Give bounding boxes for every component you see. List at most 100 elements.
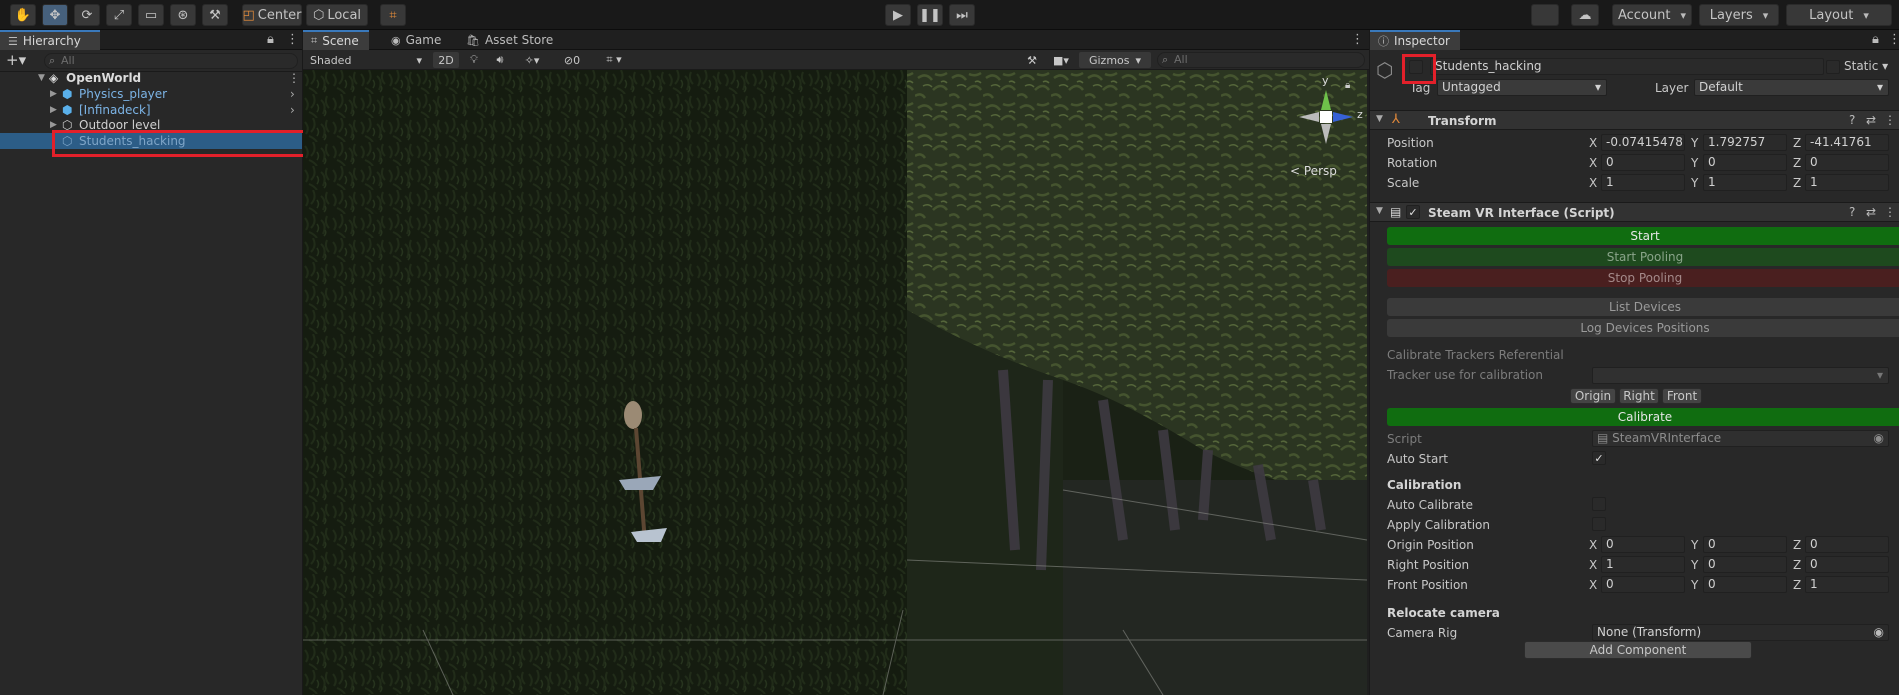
tab-game[interactable]: ◉ Game [383, 30, 449, 50]
expand-arrow-icon[interactable]: ▼ [38, 73, 45, 83]
scene-orientation-gizmo[interactable]: y z [1291, 74, 1363, 152]
account-dropdown[interactable]: Account [1612, 4, 1692, 26]
hierarchy-item-outdoor-level[interactable]: ▶ ⬡ Outdoor level [0, 117, 302, 133]
tag-dropdown[interactable]: Untagged ▾ [1437, 79, 1607, 96]
auto-calibrate-checkbox[interactable] [1592, 497, 1606, 511]
right-x-field[interactable]: 1 [1601, 556, 1685, 573]
tools-button[interactable]: ⚒ [1021, 52, 1043, 68]
hierarchy-search-input[interactable]: All [44, 53, 298, 69]
auto-start-checkbox[interactable]: ✓ [1592, 451, 1606, 465]
right-z-field[interactable]: 0 [1805, 556, 1889, 573]
kebab-menu-icon[interactable]: ⋮ [286, 32, 299, 47]
collab-button[interactable] [1531, 4, 1559, 26]
audio-toggle[interactable]: 🔊︎ [489, 52, 511, 68]
rotation-x-field[interactable]: 0 [1601, 154, 1685, 171]
shading-mode-dropdown[interactable]: Shaded ▾ [306, 52, 426, 68]
pivot-center-toggle[interactable]: ◰ Center [242, 4, 302, 26]
gizmos-dropdown[interactable]: Gizmos ▾ [1079, 52, 1151, 68]
scene-viewport[interactable]: y z 🔒︎ < Persp [303, 70, 1367, 695]
chevron-right-icon[interactable]: › [290, 103, 295, 117]
object-picker-icon[interactable]: ◉ [1874, 431, 1884, 446]
play-button[interactable]: ▶ [885, 4, 911, 26]
lock-icon[interactable]: 🔒︎ [1345, 80, 1350, 91]
component-enabled-checkbox[interactable]: ✓ [1406, 205, 1420, 219]
tab-hierarchy[interactable]: ☰ Hierarchy [0, 30, 100, 50]
transform-component-header[interactable]: ▼ ⅄ Transform ? ⇄ ⋮ [1370, 110, 1899, 130]
hierarchy-item-physics-player[interactable]: ▶ ⬢ Physics_player › [0, 86, 302, 102]
tab-scene[interactable]: ⌗ Scene [303, 30, 369, 50]
script-reference-field[interactable]: ▤ SteamVRInterface ◉ [1592, 430, 1889, 447]
camera-rig-field[interactable]: None (Transform) ◉ [1592, 624, 1889, 641]
tracker-use-dropdown[interactable]: ▾ [1592, 367, 1889, 384]
front-y-field[interactable]: 0 [1703, 576, 1787, 593]
front-x-field[interactable]: 0 [1601, 576, 1685, 593]
presets-icon[interactable]: ⇄ [1866, 113, 1876, 127]
scale-tool-button[interactable]: ⤢ [106, 4, 132, 26]
lock-icon[interactable]: 🔒︎ [267, 32, 274, 47]
origin-y-field[interactable]: 0 [1703, 536, 1787, 553]
right-y-field[interactable]: 0 [1703, 556, 1787, 573]
hidden-objects-toggle[interactable]: ⊘ 0 [555, 52, 589, 68]
add-component-button[interactable]: Add Component [1524, 641, 1752, 659]
foldout-arrow-icon[interactable]: ▼ [1376, 114, 1383, 124]
hand-tool-button[interactable]: ✋ [10, 4, 36, 26]
camera-dropdown[interactable]: ■▾ [1047, 52, 1075, 68]
move-tool-button[interactable]: ✥ [42, 4, 68, 26]
start-button[interactable]: Start [1387, 227, 1899, 245]
grid-dropdown[interactable]: ⌗ ▾ [593, 52, 635, 68]
scale-x-field[interactable]: 1 [1601, 174, 1685, 191]
list-devices-button[interactable]: List Devices [1387, 298, 1899, 316]
kebab-menu-icon[interactable]: ⋮ [1884, 113, 1896, 127]
persp-label[interactable]: < Persp [1290, 164, 1337, 178]
hierarchy-item-infinadeck[interactable]: ▶ ⬢ [Infinadeck] › [0, 102, 302, 118]
active-checkbox[interactable] [1409, 60, 1423, 74]
apply-calibration-checkbox[interactable] [1592, 517, 1606, 531]
static-dropdown[interactable]: Static ▾ [1844, 59, 1888, 73]
grid-snap-button[interactable]: ⌗ [380, 4, 406, 26]
hierarchy-item-students-hacking[interactable]: ⬡ Students_hacking [0, 133, 302, 149]
script-component-header[interactable]: ▼ ▤ ✓ Steam VR Interface (Script) ? ⇄ ⋮ [1370, 202, 1899, 222]
rotation-z-field[interactable]: 0 [1805, 154, 1889, 171]
scene-search-input[interactable]: All [1157, 52, 1365, 68]
foldout-arrow-icon[interactable]: ▼ [1376, 206, 1383, 216]
presets-icon[interactable]: ⇄ [1866, 205, 1876, 219]
kebab-menu-icon[interactable]: ⋮ [1888, 32, 1899, 47]
lock-icon[interactable]: 🔒︎ [1872, 32, 1879, 47]
hierarchy-item-openworld[interactable]: ▼ ◈ OpenWorld ⋮ [0, 70, 302, 86]
pause-button[interactable]: ❚❚ [917, 4, 943, 26]
transform-tool-button[interactable]: ⊛ [170, 4, 196, 26]
tab-inspector[interactable]: ⓘ Inspector [1370, 30, 1460, 50]
front-button[interactable]: Front [1662, 388, 1702, 404]
kebab-menu-icon[interactable]: ⋮ [288, 71, 300, 85]
scale-y-field[interactable]: 1 [1703, 174, 1787, 191]
origin-z-field[interactable]: 0 [1805, 536, 1889, 553]
front-z-field[interactable]: 1 [1805, 576, 1889, 593]
origin-x-field[interactable]: 0 [1601, 536, 1685, 553]
static-checkbox[interactable] [1826, 60, 1840, 74]
cloud-button[interactable]: ☁ [1571, 4, 1599, 26]
custom-tool-button[interactable]: ⚒ [202, 4, 228, 26]
position-y-field[interactable]: 1.792757 [1703, 134, 1787, 151]
help-icon[interactable]: ? [1849, 113, 1855, 127]
collapse-arrow-icon[interactable]: ▶ [50, 105, 57, 115]
effects-dropdown[interactable]: ✧▾ [515, 52, 549, 68]
collapse-arrow-icon[interactable]: ▶ [50, 120, 57, 130]
layer-dropdown[interactable]: Default ▾ [1694, 79, 1889, 96]
object-name-field[interactable]: Students_hacking [1430, 58, 1824, 75]
position-x-field[interactable]: -0.07415478 [1601, 134, 1685, 151]
add-plus-icon[interactable]: +▾ [6, 51, 26, 69]
start-pooling-button[interactable]: Start Pooling [1387, 248, 1899, 266]
kebab-menu-icon[interactable]: ⋮ [1351, 32, 1364, 47]
stop-pooling-button[interactable]: Stop Pooling [1387, 269, 1899, 287]
position-z-field[interactable]: -41.41761 [1805, 134, 1889, 151]
layout-dropdown[interactable]: Layout [1786, 4, 1892, 26]
tab-asset-store[interactable]: 🛍︎ Asset Store [458, 30, 561, 50]
right-button[interactable]: Right [1619, 388, 1659, 404]
help-icon[interactable]: ? [1849, 205, 1855, 219]
calibrate-button[interactable]: Calibrate [1387, 408, 1899, 426]
lighting-toggle[interactable]: 💡︎ [463, 52, 485, 68]
scale-z-field[interactable]: 1 [1805, 174, 1889, 191]
origin-button[interactable]: Origin [1570, 388, 1616, 404]
pivot-space-toggle[interactable]: ⬡ Local [306, 4, 368, 26]
rotation-y-field[interactable]: 0 [1703, 154, 1787, 171]
